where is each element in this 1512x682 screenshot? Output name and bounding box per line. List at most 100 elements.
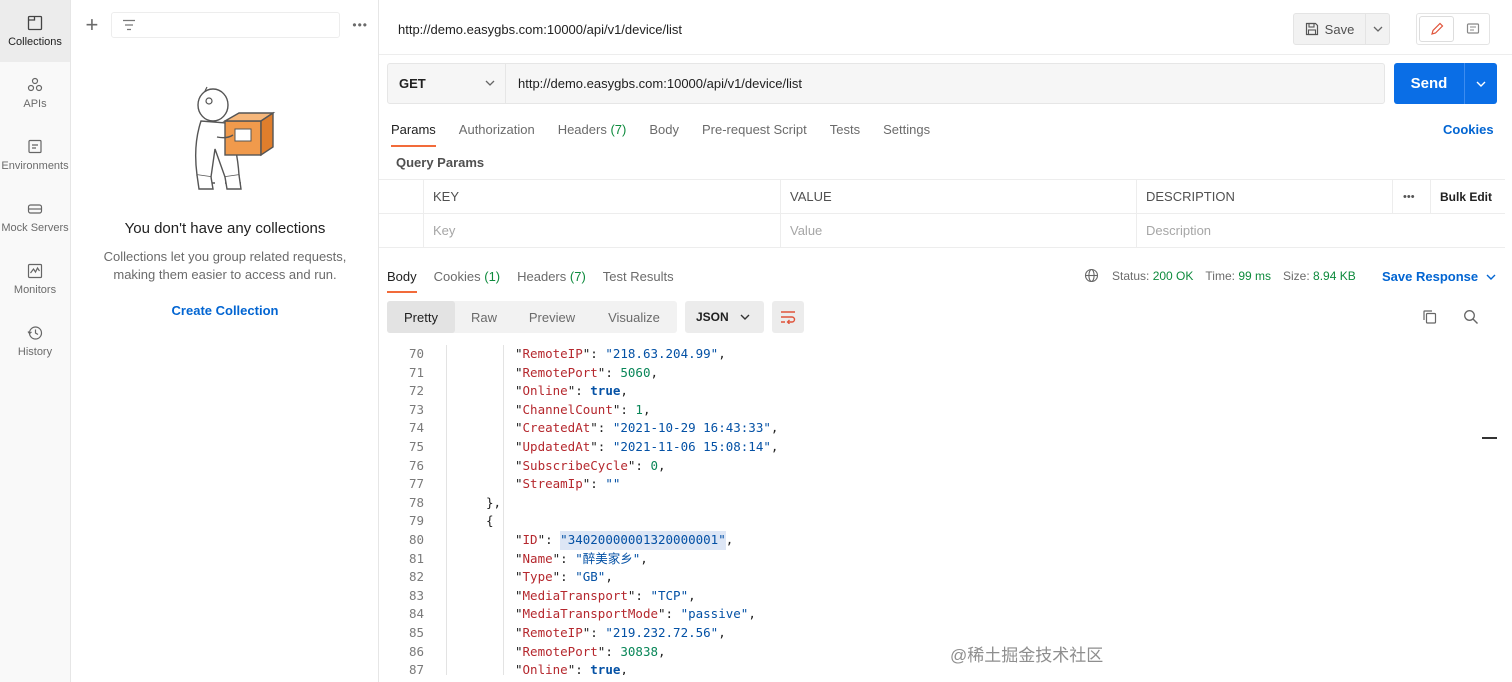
view-mode-toggle [1416,13,1490,45]
rail-item-environments[interactable]: Environments [0,124,70,186]
tab-label: Pre-request Script [701,122,807,137]
code-punctuation: , [650,364,659,380]
new-collection-plus-icon[interactable]: + [81,14,103,36]
line-number: 77 [408,476,424,492]
rail-label: Environments [1,159,69,172]
json-value: true [590,383,621,399]
tab-params[interactable]: Params [391,119,436,147]
code-line: 87 " Online ": true, [387,661,1497,675]
response-tab-headers[interactable]: Headers (7) [517,267,586,293]
json-key: Online [522,662,568,675]
json-value: "TCP" [650,587,689,603]
tab-settings[interactable]: Settings [883,119,930,147]
scrollbar-marker[interactable] [1482,437,1497,439]
json-key: RemotePort [522,643,598,659]
empty-desc-line: making them easier to access and run. [113,267,337,282]
save-label: Save [1324,21,1355,37]
json-value: "218.63.204.99" [605,346,719,361]
rail-item-collections[interactable]: Collections [0,0,70,62]
tab-label: Tests [829,122,861,137]
view-raw-button[interactable]: Raw [455,301,513,333]
view-preview-button[interactable]: Preview [513,301,591,333]
view-visualize-button[interactable]: Visualize [591,301,677,333]
code-line: 83 " MediaTransport ": "TCP", [387,587,1497,606]
request-title[interactable]: http://demo.easygbs.com:10000/api/v1/dev… [398,22,682,37]
tab-count: (1) [484,269,501,284]
tab-label: Params [391,122,436,137]
response-tab-test-results[interactable]: Test Results [603,267,674,293]
table-more-icon[interactable]: ••• [1393,180,1431,213]
cookies-link[interactable]: Cookies [1443,122,1494,137]
line-number: 74 [408,420,424,436]
tab-label: Body [387,269,417,284]
code-line: 72 " Online ": true, [387,382,1497,401]
response-tab-cookies[interactable]: Cookies (1) [434,267,500,293]
code-punctuation: , [688,587,696,603]
line-number: 85 [408,624,424,640]
wrap-lines-button[interactable] [772,301,804,333]
search-icon[interactable] [1463,309,1479,325]
tab-pre-request-script[interactable]: Pre-request Script [702,119,807,147]
description-input[interactable]: Description [1137,214,1505,247]
rail-item-mock-servers[interactable]: Mock Servers [0,186,70,248]
method-select[interactable]: GET [388,64,506,103]
tab-body[interactable]: Body [649,119,679,147]
response-tab-body[interactable]: Body [387,267,417,293]
tab-headers[interactable]: Headers (7) [558,119,627,147]
rail-label: Mock Servers [1,221,69,234]
empty-state-description: Collections let you group related reques… [71,248,379,284]
value-column-header: VALUE [781,180,1137,213]
code-punctuation: , [642,401,651,417]
line-number: 84 [408,606,424,622]
chevron-down-icon [740,314,750,320]
json-key: ChannelCount [522,401,613,417]
copy-icon[interactable] [1422,309,1438,325]
json-key: MediaTransportMode [522,606,658,622]
tab-tests[interactable]: Tests [830,119,860,147]
code-punctuation: }, [486,494,502,510]
response-meta: Status: 200 OK Time: 99 ms Size: 8.94 KB [1084,268,1368,283]
edit-mode-button[interactable] [1419,16,1454,42]
save-response-button[interactable]: Save Response [1382,269,1496,284]
json-value: 5060 [620,364,651,380]
send-dropdown-button[interactable] [1464,63,1497,104]
view-pretty-button[interactable]: Pretty [387,301,455,333]
code-punctuation: , [620,383,628,399]
save-button[interactable]: Save [1293,13,1366,45]
table-header-row: KEY VALUE DESCRIPTION ••• Bulk Edit [379,180,1505,214]
tab-authorization[interactable]: Authorization [459,119,535,147]
code-punctuation: , [605,569,613,585]
tab-label: Body [649,122,679,137]
format-select[interactable]: JSON [685,301,764,333]
send-button[interactable]: Send [1394,63,1497,104]
key-input[interactable]: Key [424,214,781,247]
globe-icon[interactable] [1084,268,1099,283]
more-options-icon[interactable]: ••• [352,18,368,32]
line-number: 81 [408,550,424,566]
comment-icon [1466,23,1479,34]
code-punctuation: { [486,513,494,529]
line-number: 70 [408,346,424,361]
response-body-editor[interactable]: 70 " RemoteIP ": "218.63.204.99", 71 " RemoteP… [387,345,1497,675]
rail-item-history[interactable]: History [0,310,70,372]
url-input[interactable]: http://demo.easygbs.com:10000/api/v1/dev… [506,76,802,91]
documentation-mode-button[interactable] [1456,14,1489,44]
checkbox-column [379,180,424,213]
save-dropdown-button[interactable] [1366,13,1390,45]
code-punctuation: , [658,457,666,473]
value-input[interactable]: Value [781,214,1137,247]
tab-label: Headers [557,122,607,137]
rail-item-apis[interactable]: APIs [0,62,70,124]
line-number: 73 [408,401,424,417]
code-line: 75 " UpdatedAt ": "2021-11-06 15:08:14", [387,438,1497,457]
json-key: RemoteIP [522,346,583,361]
filter-input[interactable] [110,12,341,38]
rail-label: History [17,345,53,358]
rail-item-monitors[interactable]: Monitors [0,248,70,310]
create-collection-link[interactable]: Create Collection [71,303,379,318]
json-value: "2021-10-29 16:43:33" [612,420,771,436]
request-title-bar: http://demo.easygbs.com:10000/api/v1/dev… [379,0,1512,55]
line-number: 76 [408,457,424,473]
bulk-edit-button[interactable]: Bulk Edit [1431,180,1505,213]
status-value: 200 OK [1152,268,1194,283]
